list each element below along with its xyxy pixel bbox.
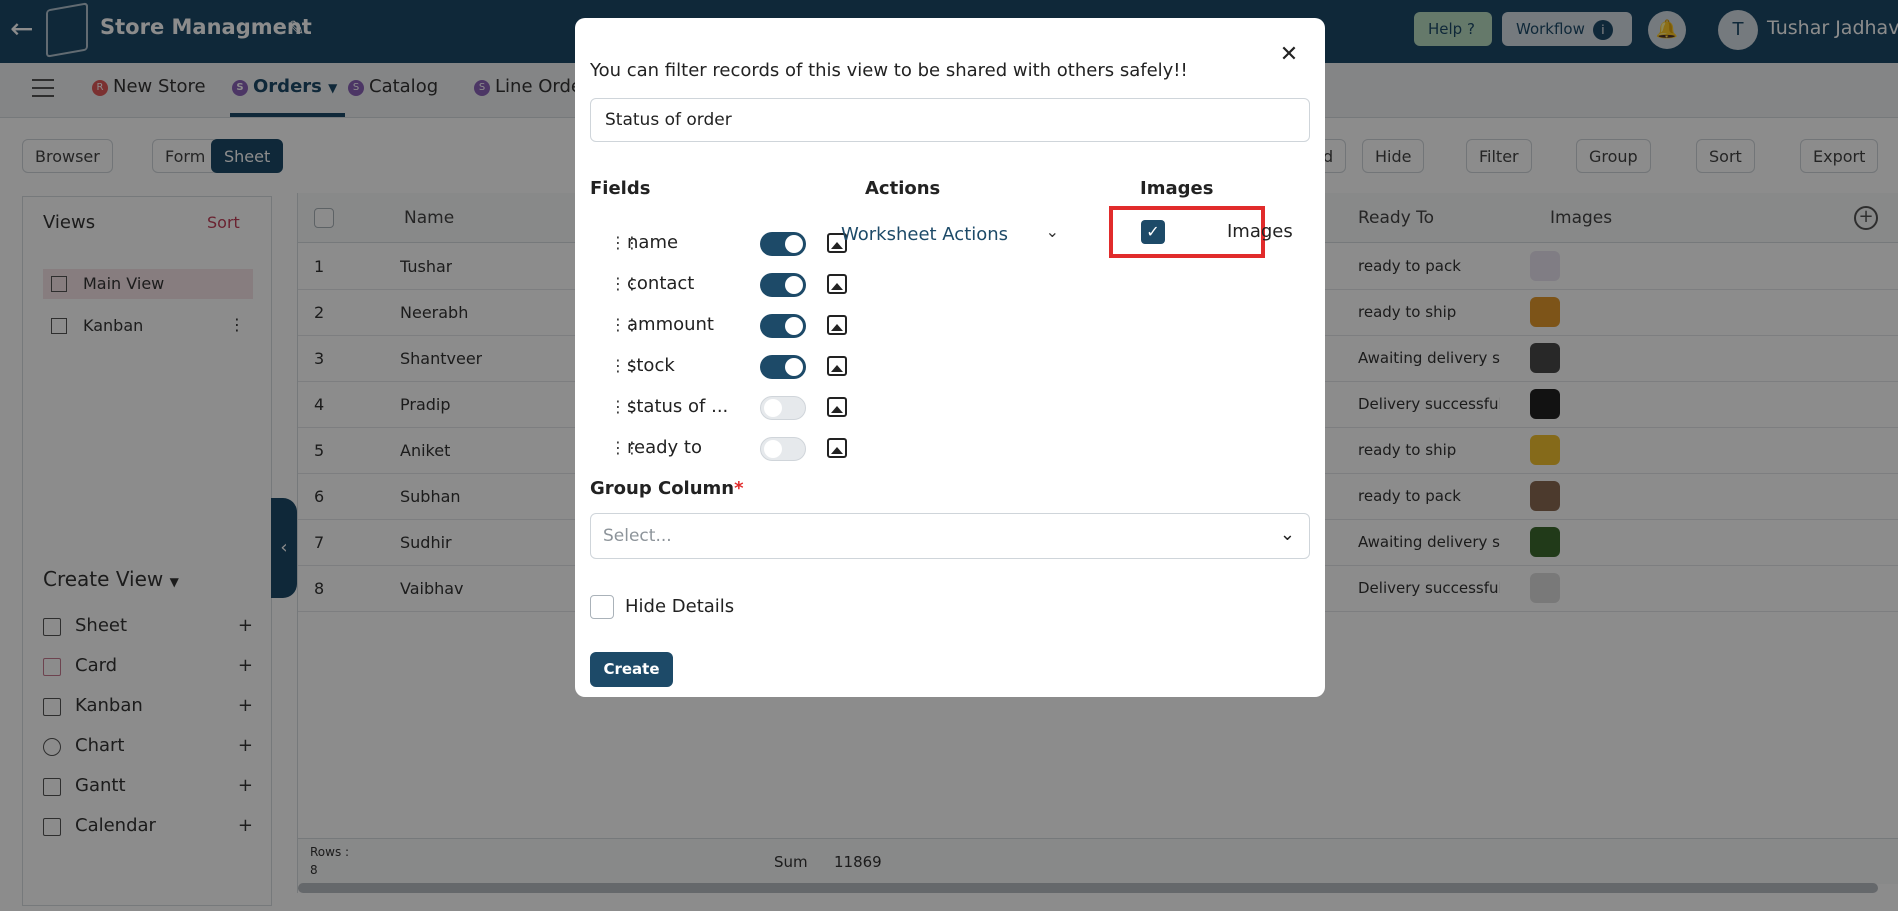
required-asterisk: * xyxy=(734,478,744,499)
field-name: contact xyxy=(627,273,695,294)
create-button[interactable]: Create xyxy=(590,652,673,687)
field-row: ⋮⋮ ammount xyxy=(590,312,850,340)
field-toggle[interactable] xyxy=(760,396,806,420)
field-toggle[interactable] xyxy=(760,273,806,297)
hide-details-label[interactable]: Hide Details xyxy=(625,596,734,617)
worksheet-actions-select[interactable]: Worksheet Actions ⌄ xyxy=(827,218,1071,250)
worksheet-actions-value: Worksheet Actions xyxy=(841,224,1009,245)
field-toggle[interactable] xyxy=(760,355,806,379)
chevron-down-icon: ⌄ xyxy=(1279,524,1295,545)
field-name: name xyxy=(627,232,679,253)
group-column-select[interactable]: Select... ⌄ xyxy=(590,513,1310,559)
chevron-down-icon: ⌄ xyxy=(1045,222,1059,241)
image-icon[interactable] xyxy=(827,438,847,458)
hide-details-checkbox[interactable] xyxy=(590,595,614,619)
field-name: ammount xyxy=(627,314,714,335)
image-icon[interactable] xyxy=(827,274,847,294)
field-name: status of ... xyxy=(627,396,729,417)
images-heading: Images xyxy=(1140,178,1214,199)
field-row: ⋮⋮ name xyxy=(590,230,850,258)
group-column-label-text: Group Column xyxy=(590,478,735,499)
field-row: ⋮⋮ ready to xyxy=(590,435,850,463)
field-toggle[interactable] xyxy=(760,232,806,256)
field-row: ⋮⋮ status of ... xyxy=(590,394,850,422)
group-column-label: Group Column* xyxy=(590,478,744,499)
share-view-modal: ✕ You can filter records of this view to… xyxy=(575,18,1325,697)
view-name-input[interactable] xyxy=(590,98,1310,142)
field-toggle[interactable] xyxy=(760,314,806,338)
images-checkbox-label[interactable]: Images xyxy=(1227,221,1293,242)
group-column-placeholder: Select... xyxy=(603,526,672,546)
fields-heading: Fields xyxy=(590,178,651,199)
modal-message: You can filter records of this view to b… xyxy=(590,60,1188,81)
field-name: stock xyxy=(627,355,675,376)
field-toggle[interactable] xyxy=(760,437,806,461)
image-icon[interactable] xyxy=(827,356,847,376)
images-checkbox[interactable]: ✓ xyxy=(1141,220,1165,244)
field-row: ⋮⋮ stock xyxy=(590,353,850,381)
image-icon[interactable] xyxy=(827,315,847,335)
actions-heading: Actions xyxy=(865,178,941,199)
field-name: ready to xyxy=(627,437,702,458)
image-icon[interactable] xyxy=(827,397,847,417)
field-row: ⋮⋮ contact xyxy=(590,271,850,299)
close-icon[interactable]: ✕ xyxy=(1277,43,1301,67)
